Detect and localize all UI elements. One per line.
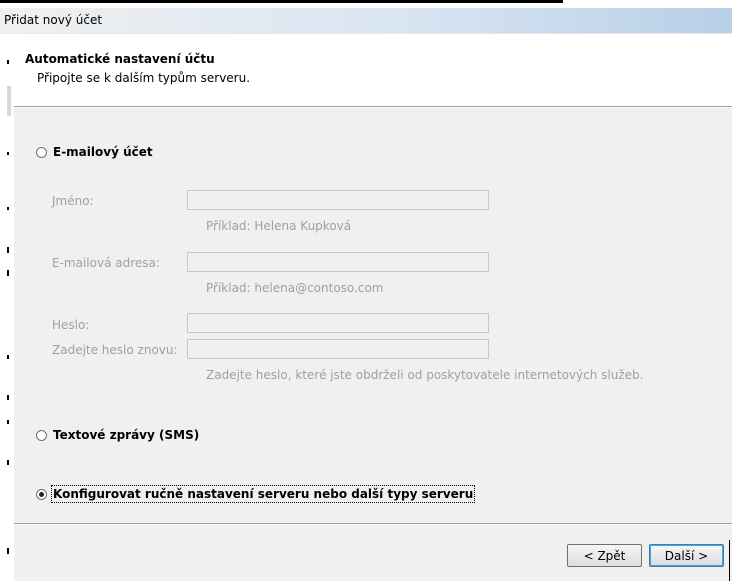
top-edge-line xyxy=(0,0,563,3)
name-label: Jméno: xyxy=(52,194,94,208)
name-hint: Příklad: Helena Kupková xyxy=(206,219,352,233)
password-confirm-field[interactable] xyxy=(187,339,489,359)
radio-button-manual[interactable] xyxy=(36,488,47,500)
radio-selected-dot xyxy=(39,491,44,497)
radio-sms[interactable]: Textové zprávy (SMS) xyxy=(36,428,199,442)
title-bar: Přidat nový účet xyxy=(0,8,732,34)
email-label: E-mailová adresa: xyxy=(52,256,160,270)
radio-button-sms[interactable] xyxy=(36,429,47,441)
email-field[interactable] xyxy=(187,252,489,272)
page-title: Automatické nastavení účtu xyxy=(25,52,215,66)
password-field[interactable] xyxy=(187,313,489,333)
radio-label-sms: Textové zprávy (SMS) xyxy=(53,428,200,442)
radio-email-account[interactable]: E-mailový účet xyxy=(36,145,153,159)
page-subtitle: Připojte se k dalším typům serveru. xyxy=(37,71,251,85)
password-hint: Zadejte heslo, které jste obdrželi od po… xyxy=(206,368,644,382)
radio-label-email: E-mailový účet xyxy=(53,145,153,159)
radio-button-email[interactable] xyxy=(36,146,47,158)
password-confirm-label: Zadejte heslo znovu: xyxy=(52,343,178,357)
email-hint: Příklad: helena@contoso.com xyxy=(206,281,384,295)
header-panel xyxy=(14,34,732,106)
name-field[interactable] xyxy=(187,190,489,210)
radio-label-manual: Konfigurovat ručně nastavení serveru neb… xyxy=(50,485,476,503)
left-scroll-fragment xyxy=(7,86,11,116)
password-label: Heslo: xyxy=(52,318,90,332)
back-button[interactable]: < Zpět xyxy=(567,544,642,567)
radio-manual[interactable]: Konfigurovat ručně nastavení serveru neb… xyxy=(36,485,476,503)
window-title: Přidat nový účet xyxy=(4,13,103,27)
next-button[interactable]: Další > xyxy=(649,544,724,567)
right-edge-line xyxy=(729,540,730,581)
